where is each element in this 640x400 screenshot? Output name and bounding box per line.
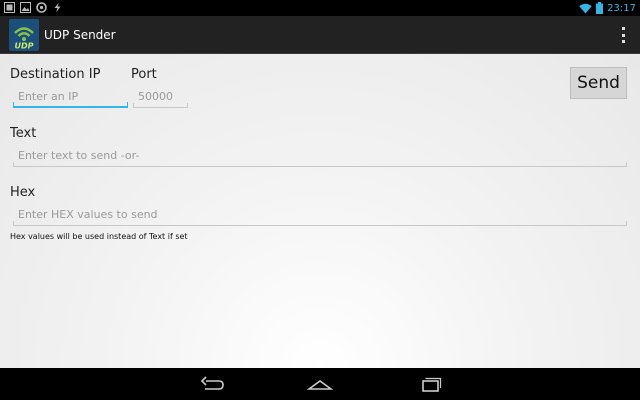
text-label: Text	[10, 126, 37, 141]
main-content: Destination IP Port Enter an IP 50000 Se…	[0, 54, 640, 368]
action-bar: UDP UDP Sender	[0, 16, 640, 54]
port-input[interactable]: 50000	[133, 88, 188, 108]
navigation-bar	[0, 368, 640, 400]
overflow-menu-icon[interactable]	[620, 27, 626, 43]
hex-input[interactable]: Enter HEX values to send	[13, 206, 627, 226]
notification-icons	[4, 2, 63, 13]
battery-icon	[596, 2, 604, 14]
app-icon-text: UDP	[15, 42, 34, 51]
app-title: UDP Sender	[44, 28, 116, 42]
hex-hint: Hex values will be used instead of Text …	[10, 232, 188, 241]
status-bar: 23:17	[0, 0, 640, 16]
send-button[interactable]: Send	[570, 67, 627, 99]
recent-apps-icon[interactable]	[417, 374, 443, 394]
gallery-icon	[4, 2, 15, 13]
wifi-icon	[579, 3, 592, 14]
app-icon[interactable]: UDP	[9, 19, 39, 51]
system-status: 23:17	[579, 0, 636, 16]
clock: 23:17	[607, 2, 636, 14]
text-input[interactable]: Enter text to send -or-	[13, 147, 627, 167]
hex-label: Hex	[10, 185, 36, 200]
image-icon	[20, 2, 31, 13]
destination-ip-input[interactable]: Enter an IP	[13, 88, 128, 108]
sync-icon	[36, 2, 47, 13]
flash-icon	[54, 2, 61, 13]
destination-ip-label: Destination IP	[10, 67, 101, 82]
port-label: Port	[131, 67, 157, 82]
back-icon[interactable]	[199, 374, 225, 394]
home-icon[interactable]	[306, 374, 334, 394]
